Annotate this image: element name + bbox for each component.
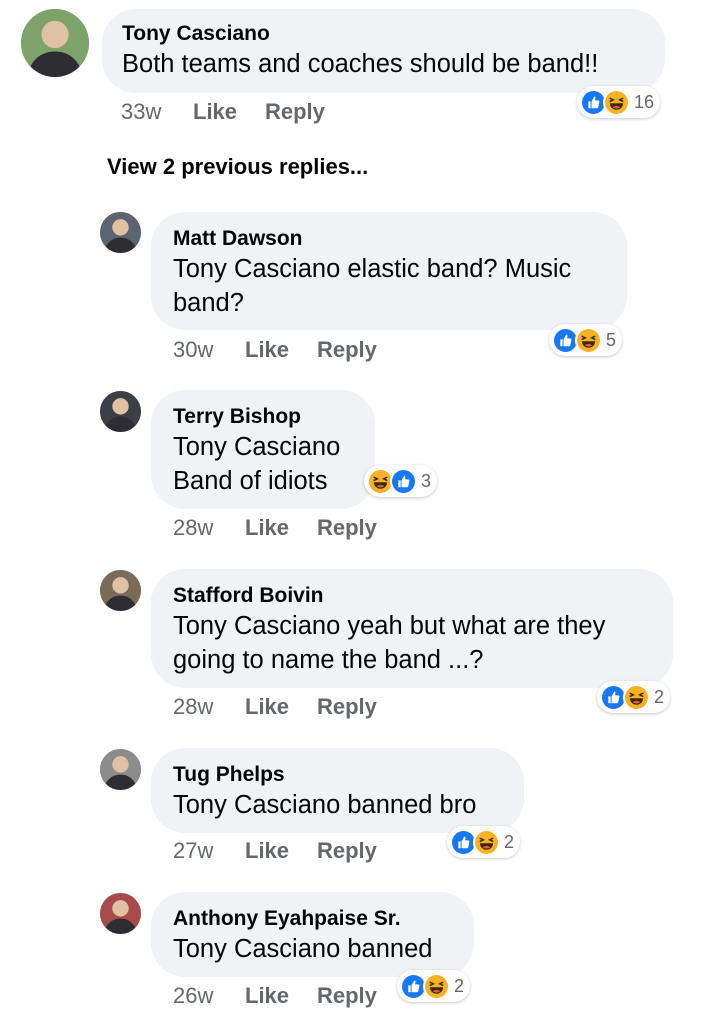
reply-button[interactable]: Reply xyxy=(317,837,377,865)
reply-timestamp[interactable]: 28w xyxy=(173,693,245,721)
haha-reaction-icon xyxy=(423,972,450,1000)
reply-button[interactable]: Reply xyxy=(317,336,377,364)
avatar[interactable] xyxy=(100,893,141,934)
reply-text: going to name the band ...? xyxy=(173,646,484,674)
reaction-count: 5 xyxy=(606,330,617,350)
comment-author[interactable]: Tony Casciano xyxy=(122,21,643,47)
reply-author[interactable]: Tug Phelps xyxy=(173,762,502,788)
reaction-count: 16 xyxy=(634,92,655,112)
reply-text: Tony Casciano xyxy=(173,433,341,461)
avatar[interactable] xyxy=(21,9,89,77)
reply-bubble: Anthony Eyahpaise Sr. Tony Casciano bann… xyxy=(151,892,474,977)
reply-button[interactable]: Reply xyxy=(317,693,377,721)
reaction-count: 2 xyxy=(454,976,465,996)
reaction-summary[interactable]: 3 xyxy=(364,465,438,497)
comment-actions: 33w Like Reply xyxy=(121,98,325,126)
comment-timestamp[interactable]: 33w xyxy=(121,98,193,126)
reply-actions: 26w Like Reply xyxy=(173,982,377,1010)
avatar[interactable] xyxy=(100,391,141,432)
view-previous-replies-link[interactable]: View 2 previous replies... xyxy=(107,154,368,180)
reply-timestamp[interactable]: 27w xyxy=(173,837,245,865)
reaction-summary[interactable]: 2 xyxy=(597,681,671,713)
comment-text: Both teams and coaches should be band!! xyxy=(122,50,599,78)
reply-timestamp[interactable]: 26w xyxy=(173,982,245,1010)
like-button[interactable]: Like xyxy=(245,837,317,865)
reply-bubble: Matt Dawson Tony Casciano elastic band? … xyxy=(151,212,627,330)
like-button[interactable]: Like xyxy=(245,336,317,364)
haha-reaction-icon xyxy=(623,683,650,711)
like-button[interactable]: Like xyxy=(193,98,265,126)
comment-bubble: Tony Casciano Both teams and coaches sho… xyxy=(102,9,665,93)
reply-button[interactable]: Reply xyxy=(265,98,325,126)
haha-reaction-icon xyxy=(473,828,500,856)
reply-text: band? xyxy=(173,289,244,317)
reaction-count: 3 xyxy=(421,471,432,491)
reply-author[interactable]: Matt Dawson xyxy=(173,226,605,252)
like-button[interactable]: Like xyxy=(245,693,317,721)
reply-timestamp[interactable]: 30w xyxy=(173,336,245,364)
reply-text: Tony Casciano elastic band? Music xyxy=(173,255,572,283)
reply-button[interactable]: Reply xyxy=(317,982,377,1010)
avatar[interactable] xyxy=(100,212,141,253)
avatar[interactable] xyxy=(100,570,141,611)
reply-text: Tony Casciano banned xyxy=(173,935,433,963)
reply-bubble: Tug Phelps Tony Casciano banned bro xyxy=(151,748,524,833)
reply-author[interactable]: Stafford Boivin xyxy=(173,583,651,609)
like-button[interactable]: Like xyxy=(245,514,317,542)
reaction-summary[interactable]: 2 xyxy=(397,970,471,1002)
reply-author[interactable]: Anthony Eyahpaise Sr. xyxy=(173,906,452,932)
reply-bubble: Stafford Boivin Tony Casciano yeah but w… xyxy=(151,569,673,688)
reply-timestamp[interactable]: 28w xyxy=(173,514,245,542)
reply-actions: 28w Like Reply xyxy=(173,693,377,721)
reaction-count: 2 xyxy=(504,832,515,852)
like-button[interactable]: Like xyxy=(245,982,317,1010)
reaction-summary[interactable]: 2 xyxy=(447,826,521,858)
haha-reaction-icon xyxy=(575,326,602,354)
reply-actions: 28w Like Reply xyxy=(173,514,377,542)
reply-actions: 27w Like Reply xyxy=(173,837,377,865)
reply-text: Band of idiots xyxy=(173,467,328,495)
haha-reaction-icon xyxy=(603,88,630,116)
reply-actions: 30w Like Reply xyxy=(173,336,377,364)
reaction-count: 2 xyxy=(654,687,665,707)
like-reaction-icon xyxy=(390,467,417,495)
reply-text: Tony Casciano yeah but what are they xyxy=(173,612,606,640)
reaction-summary[interactable]: 16 xyxy=(577,86,661,118)
reply-author[interactable]: Terry Bishop xyxy=(173,404,353,430)
reply-text: Tony Casciano banned bro xyxy=(173,791,477,819)
avatar[interactable] xyxy=(100,749,141,790)
reaction-summary[interactable]: 5 xyxy=(549,324,623,356)
reply-button[interactable]: Reply xyxy=(317,514,377,542)
reply-bubble: Terry Bishop Tony Casciano Band of idiot… xyxy=(151,390,375,509)
